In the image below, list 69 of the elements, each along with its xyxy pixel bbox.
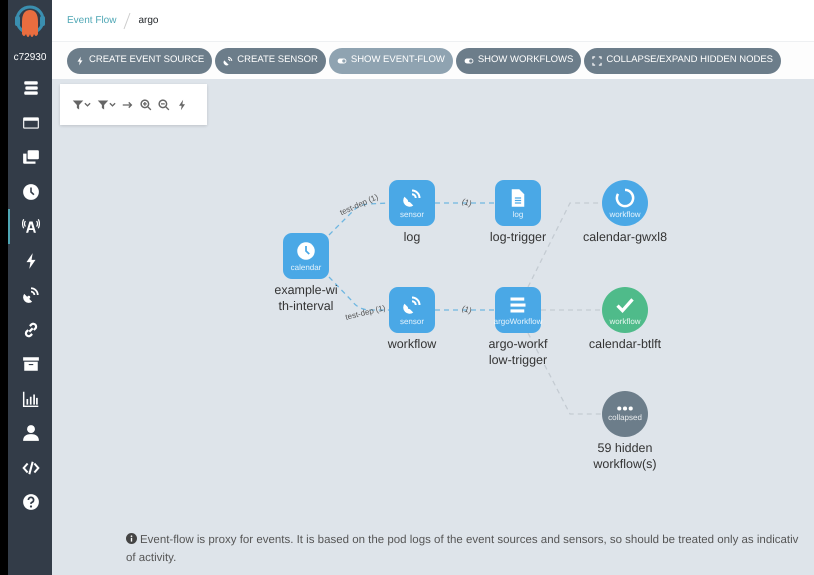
node-label: log bbox=[404, 229, 420, 245]
filter-icon bbox=[97, 98, 109, 110]
edge-label: (1) bbox=[460, 196, 473, 208]
zoom-in-button[interactable] bbox=[140, 98, 152, 110]
node-label: argo-workf low-trigger bbox=[488, 336, 548, 368]
breadcrumb-current: argo bbox=[138, 14, 158, 28]
workflow-node[interactable]: workflow bbox=[602, 287, 648, 333]
breadcrumb-link[interactable]: Event Flow bbox=[67, 13, 116, 28]
breadcrumb-separator bbox=[122, 12, 132, 30]
dots-icon bbox=[617, 406, 633, 411]
caret-icon bbox=[109, 102, 116, 108]
archive-icon bbox=[22, 355, 40, 374]
info-note: Event-flow is proxy for events. It is based on the pod logs of the event sources and sensors, so should be treated only as indicativ of activity. bbox=[125, 532, 800, 566]
toggle-icon bbox=[464, 56, 474, 66]
bolt-icon bbox=[75, 56, 85, 66]
toolbar-button[interactable]: CREATE SENSOR bbox=[215, 48, 326, 74]
node-label: workflow bbox=[388, 336, 436, 352]
node-type-label: sensor bbox=[400, 316, 424, 326]
node-type-label: workflow bbox=[609, 210, 641, 218]
node-label: 59 hidden workflow(s) bbox=[593, 440, 657, 472]
clock-icon bbox=[296, 240, 316, 260]
edge-line bbox=[435, 309, 495, 311]
node-type-label: calendar bbox=[290, 262, 322, 272]
antenna-icon bbox=[22, 217, 40, 236]
sensor-node[interactable]: sensor bbox=[389, 180, 435, 226]
node-label: log-trigger bbox=[490, 229, 546, 245]
toolbar-button[interactable]: SHOW WORKFLOWS bbox=[456, 48, 582, 74]
stack-icon bbox=[22, 79, 40, 98]
trigger-node[interactable]: log bbox=[495, 180, 541, 226]
copy-icon bbox=[22, 148, 40, 166]
event-source-node[interactable]: calendar bbox=[283, 233, 329, 279]
workflow-node[interactable]: workflow bbox=[602, 180, 648, 226]
filter-button[interactable] bbox=[72, 98, 91, 110]
user-name: c72930 bbox=[14, 51, 46, 65]
node-type-label: workflow bbox=[609, 316, 641, 326]
sensor-node[interactable]: sensor bbox=[389, 287, 435, 333]
node-label: calendar-gwxl8 bbox=[582, 229, 668, 245]
zoom-out-icon bbox=[158, 98, 170, 110]
spinner-icon bbox=[615, 188, 635, 208]
node-label: calendar-btlft bbox=[588, 336, 662, 352]
chart-icon bbox=[22, 390, 40, 408]
satellite-dish-icon bbox=[22, 286, 40, 304]
filter-button[interactable] bbox=[97, 98, 116, 110]
satellite-dish-icon bbox=[402, 294, 422, 314]
node-type-label: log bbox=[512, 210, 524, 218]
node-type-label: collapsed bbox=[608, 413, 642, 422]
code-icon bbox=[22, 458, 40, 477]
collapsed-node[interactable]: collapsed bbox=[602, 391, 648, 437]
edge-label: test-dep (1) bbox=[344, 303, 386, 322]
link-icon bbox=[22, 320, 40, 339]
satellite-dish-icon bbox=[223, 56, 234, 66]
toggle-icon bbox=[336, 56, 347, 66]
satellite-dish-icon bbox=[402, 188, 422, 208]
help-icon bbox=[22, 493, 40, 512]
node-type-label: sensor bbox=[400, 210, 424, 218]
edge-line bbox=[435, 202, 495, 204]
user-icon bbox=[22, 424, 40, 442]
info-icon bbox=[126, 533, 137, 544]
edge-label: (1) bbox=[460, 304, 473, 316]
filter-icon bbox=[72, 98, 84, 110]
node-label: example-wi th-interval bbox=[274, 282, 338, 314]
toolbar-button[interactable]: SHOW EVENT-FLOW bbox=[328, 48, 453, 74]
toolbar-button[interactable]: CREATE EVENT SOURCE bbox=[67, 48, 212, 74]
zoom-in-icon bbox=[140, 98, 152, 110]
clock-icon bbox=[22, 182, 40, 201]
zoom-out-button[interactable] bbox=[158, 98, 170, 110]
expand-icon bbox=[592, 56, 602, 66]
caret-icon bbox=[84, 102, 91, 108]
toolbar-button[interactable]: COLLAPSE/EXPAND HIDDEN NODES bbox=[584, 48, 781, 74]
